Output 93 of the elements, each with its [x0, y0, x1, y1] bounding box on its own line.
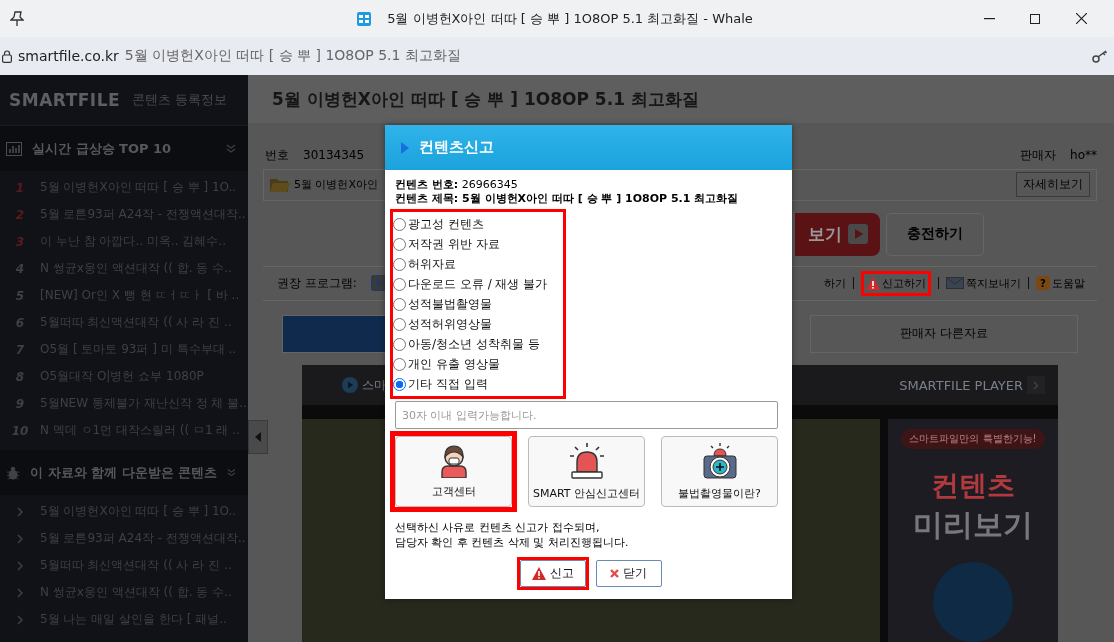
help-button[interactable]: SMART 안심신고센터	[528, 436, 645, 507]
url-title: 5월 이병헌X아인 떠따 [ 승 뿌 ] 1O8OP 5.1 최고화질	[124, 47, 461, 65]
radio-button[interactable]	[393, 317, 406, 331]
siren-icon	[567, 442, 606, 480]
radio-button[interactable]	[393, 297, 406, 311]
person-icon	[439, 444, 468, 478]
radio-button[interactable]	[393, 357, 406, 371]
dialog-title: 컨텐츠신고	[419, 138, 494, 157]
view-button[interactable]: 보기	[795, 212, 880, 256]
details-button[interactable]: 자세히보기	[1016, 172, 1090, 198]
seller-label: 판매자	[1020, 146, 1057, 164]
program-label: 권장 프로그램:	[277, 274, 357, 292]
report-button[interactable]: 신고	[519, 560, 586, 587]
maximize-icon[interactable]	[1030, 13, 1040, 24]
player-brand: SMARTFILE PLAYER	[899, 377, 1023, 393]
folder-icon	[270, 177, 290, 193]
section-title: 실시간 급상승 TOP 10	[32, 139, 173, 158]
url-host: smartfile.co.kr	[18, 48, 119, 64]
collapse-button[interactable]	[248, 420, 268, 454]
close-icon[interactable]	[1075, 13, 1087, 24]
play-icon	[847, 224, 868, 245]
lock-icon	[2, 49, 12, 63]
app-icon	[357, 11, 372, 26]
chevron-right-icon	[17, 560, 23, 571]
warning-icon	[866, 276, 880, 290]
content-title: 5월 이병헌X아인 떠따 [ 승 뿌 ] 1O8OP 5.1 최고화질	[272, 87, 699, 111]
charge-button[interactable]: 충전하기	[886, 212, 984, 256]
ad-caption: 스마트파일만의 특별한기능!	[901, 429, 1045, 449]
reason-option[interactable]: 기타 직접 입력	[393, 374, 563, 394]
section-title: 이 자료와 함께 다운받은 콘텐츠	[30, 463, 218, 482]
toolbar-link[interactable]: 쪽지보내기	[946, 275, 1021, 291]
section-header[interactable]: 이 자료와 함께 다운받은 콘텐츠	[0, 450, 248, 495]
logo-caption: 콘텐츠 등록정보	[132, 91, 228, 109]
reason-option[interactable]: 개인 유출 영상물	[393, 354, 563, 374]
chevron-down-icon	[226, 143, 236, 154]
help-button[interactable]: 고객센터	[395, 436, 512, 507]
tab[interactable]	[282, 314, 387, 353]
chevron-down-icon	[227, 467, 236, 478]
notice-text: 선택하신 사유로 컨텐츠 신고가 접수되며, 담당자 확인 후 컨텐츠 삭제 및 처리진행됩니다.	[395, 520, 630, 550]
chevron-right-icon	[17, 506, 23, 517]
chevron-right-icon	[1033, 380, 1039, 390]
window-title: 5월 이병헌X아인 떠따 [ 승 뿌 ] 1O8OP 5.1 최고화질 - Whale	[387, 9, 753, 28]
envelope-icon	[946, 277, 964, 290]
chevron-right-icon	[17, 533, 23, 544]
content-title-line: 컨텐츠 제목: 5월 이병헌X아인 떠따 [ 승 뿌 ] 1O8OP 5.1 최고화질	[395, 192, 740, 206]
reason-option[interactable]: 아동/청소년 성착취물 등	[393, 334, 563, 354]
logo[interactable]: SMARTFILE	[9, 90, 121, 110]
reason-option[interactable]: 성적허위영상물	[393, 314, 563, 334]
chevron-right-icon	[17, 614, 23, 625]
ad-subtitle: 미리보기	[913, 506, 1033, 544]
reason-option[interactable]: 허위자료	[393, 254, 563, 274]
radio-button[interactable]	[393, 277, 406, 291]
seller-value: ho**	[1070, 148, 1097, 162]
radio-button[interactable]	[393, 237, 406, 251]
tab[interactable]: 판매자 다른자료	[810, 314, 1078, 353]
bug-icon	[6, 464, 21, 481]
file-name: 5월 이병헌X아인	[294, 177, 379, 193]
triangle-left-icon	[255, 432, 261, 442]
radio-button[interactable]	[393, 337, 406, 351]
reason-option[interactable]: 저작권 위반 자료	[393, 234, 563, 254]
player-label: 스마	[362, 376, 386, 394]
reason-input[interactable]: 30자 이내 입력가능합니다.	[395, 401, 778, 429]
reason-option[interactable]: 광고성 컨텐츠	[393, 214, 563, 234]
reason-option[interactable]: 성적불법촬영물	[393, 294, 563, 314]
triangle-right-icon	[401, 141, 409, 154]
number-value: 30134345	[303, 148, 365, 162]
rank-number: 1	[14, 180, 26, 195]
camera-icon	[702, 442, 737, 480]
radio-button[interactable]	[393, 217, 406, 231]
toolbar-link[interactable]: 하기	[824, 275, 846, 291]
close-button[interactable]: 닫기	[595, 560, 662, 587]
chevron-right-icon	[17, 587, 23, 598]
rank-number: 3	[14, 234, 26, 249]
help-icon: ?	[1036, 276, 1050, 291]
chart-icon	[6, 141, 22, 156]
warning-icon	[531, 567, 546, 580]
toolbar-link[interactable]: ? 도움말	[1036, 275, 1085, 291]
close-icon	[610, 569, 619, 578]
section-header[interactable]: 실시간 급상승 TOP 10	[0, 126, 248, 171]
content-number: 컨텐츠 번호: 26966345	[395, 178, 519, 192]
minimize-icon[interactable]	[983, 17, 995, 20]
rank-number: 2	[14, 207, 26, 222]
number-label: 번호	[265, 146, 289, 164]
key-icon[interactable]	[1092, 49, 1108, 63]
player-app-icon[interactable]	[370, 275, 386, 292]
play-icon	[342, 377, 358, 393]
reason-option[interactable]: 다운로드 오류 / 재생 불가	[393, 274, 563, 294]
ad-title: 컨텐츠	[931, 468, 1015, 504]
toolbar-link[interactable]: 신고하기	[861, 270, 931, 296]
help-button[interactable]: 불법촬영물이란?	[661, 436, 778, 507]
pin-icon[interactable]	[10, 10, 24, 27]
radio-button[interactable]	[393, 257, 406, 271]
radio-button[interactable]	[393, 377, 406, 391]
